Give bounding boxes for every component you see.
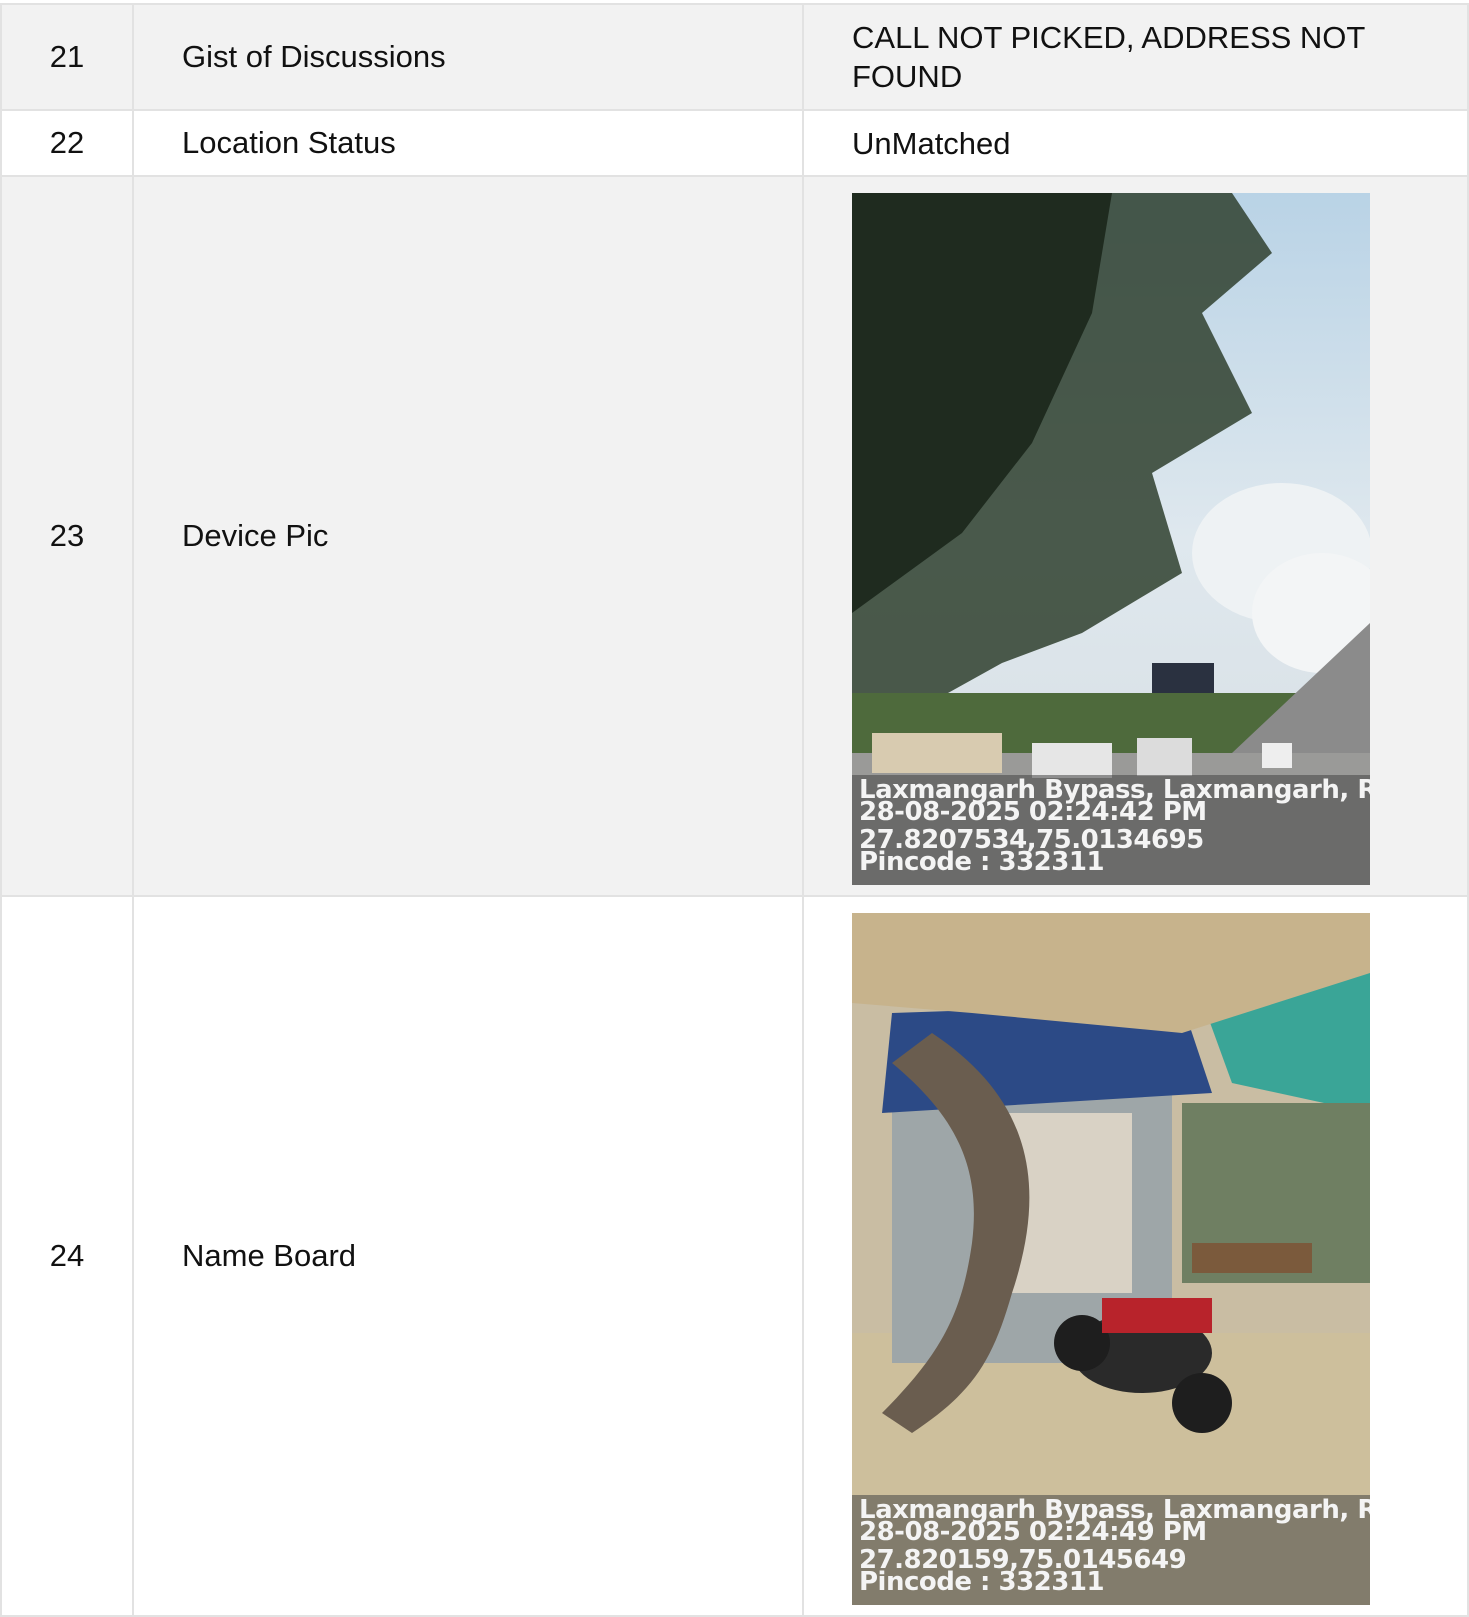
row-number: 22 bbox=[0, 109, 134, 177]
device-photo[interactable]: Laxmangarh Bypass, Laxmangarh, Rajasthan… bbox=[852, 193, 1370, 885]
row-label: Name Board bbox=[132, 895, 804, 1617]
photo-stamp: Laxmangarh Bypass, Laxmangarh, Rajasthan… bbox=[852, 1495, 1370, 1605]
row-label: Location Status bbox=[132, 109, 804, 177]
row-value: Laxmangarh Bypass, Laxmangarh, Rajasthan… bbox=[802, 895, 1469, 1617]
name-board-photo[interactable]: Laxmangarh Bypass, Laxmangarh, Rajasthan… bbox=[852, 913, 1370, 1605]
details-table: 21 Gist of Discussions CALL NOT PICKED, … bbox=[0, 3, 1469, 1617]
row-value: UnMatched bbox=[802, 109, 1469, 177]
photo-stamp: Laxmangarh Bypass, Laxmangarh, Rajasthan… bbox=[852, 775, 1370, 885]
row-number: 21 bbox=[0, 3, 134, 111]
table-row: 23 Device Pic Laxmangarh Bypass, Laxmang… bbox=[0, 175, 1469, 897]
row-value: CALL NOT PICKED, ADDRESS NOT FOUND bbox=[802, 3, 1469, 111]
row-value: Laxmangarh Bypass, Laxmangarh, Rajasthan… bbox=[802, 175, 1469, 897]
row-number: 24 bbox=[0, 895, 134, 1617]
table-row: 21 Gist of Discussions CALL NOT PICKED, … bbox=[0, 3, 1469, 111]
row-label: Gist of Discussions bbox=[132, 3, 804, 111]
table-row: 24 Name Board Laxmangarh Bypass, Laxmang… bbox=[0, 895, 1469, 1617]
table-row: 22 Location Status UnMatched bbox=[0, 109, 1469, 177]
row-number: 23 bbox=[0, 175, 134, 897]
row-label: Device Pic bbox=[132, 175, 804, 897]
